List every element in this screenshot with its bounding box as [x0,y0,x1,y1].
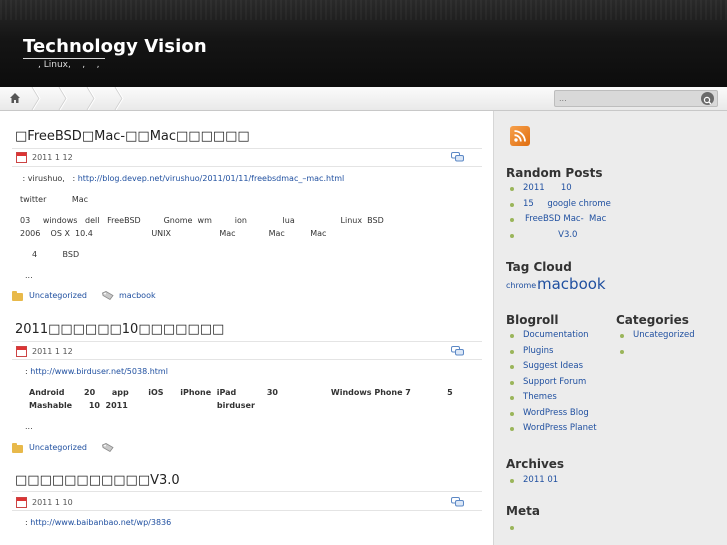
source-link[interactable]: http://blog.devep.net/virushuo/2011/01/1… [78,174,345,183]
random-post-link[interactable]: V3.0 [523,230,577,240]
post-source: : http://www.birduser.net/5038.html [25,367,168,376]
site-title[interactable]: Technology Vision [23,36,207,57]
list-bullet [510,396,514,400]
random-posts-heading: Random Posts [506,166,603,180]
list-bullet [510,526,514,530]
list-bullet [510,234,514,238]
post-date: 2011 1 12 [32,153,73,162]
tag-link[interactable]: macbook [119,291,156,300]
post-source: : virushuo, : http://blog.devep.net/viru… [20,174,345,183]
archive-link[interactable]: 2011 01 [523,475,558,485]
post-title[interactable]: 2011□□□□□□10□□□□□□□ [15,322,224,337]
main-content: □FreeBSD□Mac-□□Mac□□□□□□ 2011 1 12 : vir… [0,111,493,545]
post-divider [12,510,482,511]
categories-heading: Categories [616,313,689,327]
tag-cloud-link[interactable]: macbook [537,275,606,293]
comment-icon[interactable] [451,152,464,162]
post-source: : http://www.baibanbao.net/wp/3836 [25,518,171,527]
post-text: 4 BSD [32,250,80,259]
nav-home-button[interactable] [0,87,32,110]
list-bullet [510,350,514,354]
site-description: , Linux, , , [38,60,100,70]
home-icon [10,93,20,103]
post-divider [12,491,482,492]
post-divider [12,148,482,149]
list-bullet [510,427,514,431]
archives-heading: Archives [506,457,565,471]
post-divider [12,359,482,360]
rss-icon[interactable] [510,126,530,146]
post-title[interactable]: □□□□□□□□□□□V3.0 [15,473,180,488]
random-post-link[interactable]: 15 google chrome [523,199,611,209]
list-bullet [510,218,514,222]
nav-separator-icon [114,87,124,110]
blogroll-link[interactable]: Support Forum [523,377,586,387]
list-bullet [510,381,514,385]
read-more[interactable]: ... [25,271,33,280]
search-button[interactable] [701,92,714,105]
blogroll-link[interactable]: Themes [523,392,557,402]
search-input[interactable] [559,92,699,105]
category-link[interactable]: Uncategorized [633,330,695,340]
list-bullet [620,350,624,354]
post-text: twitter Mac [20,195,89,204]
post-text: 2006 OS X 10.4 UNIX Mac Mac Mac [20,229,327,238]
list-bullet [510,365,514,369]
rss-glyph-icon [514,130,526,142]
search-box [554,90,718,107]
list-bullet [510,479,514,483]
tag-icon [102,443,114,452]
post-text: Mashable 10 2011 birduser [29,401,255,410]
site-header: Technology Vision , Linux, , , [0,0,727,87]
folder-icon [12,443,23,453]
blogroll-link[interactable]: WordPress Planet [523,423,597,433]
list-bullet [510,412,514,416]
post-date: 2011 1 12 [32,347,73,356]
list-bullet [510,187,514,191]
blogroll-link[interactable]: Documentation [523,330,589,340]
category-link[interactable]: Uncategorized [29,443,87,452]
list-bullet [510,203,514,207]
search-icon [703,96,712,105]
blogroll-link[interactable]: Plugins [523,346,553,356]
random-post-link[interactable]: FreeBSD Mac- Mac [525,214,606,224]
calendar-icon [16,346,27,357]
blogroll-heading: Blogroll [506,313,559,327]
calendar-icon [16,152,27,163]
category-link[interactable]: Uncategorized [29,291,87,300]
sidebar: Random Posts 2011 10 15 google chrome Fr… [493,111,727,545]
source-link[interactable]: http://www.baibanbao.net/wp/3836 [30,518,171,527]
source-prefix: : virushuo, : [20,174,78,183]
source-link[interactable]: http://www.birduser.net/5038.html [30,367,168,376]
blogroll-link[interactable]: WordPress Blog [523,408,589,418]
meta-heading: Meta [506,504,540,518]
nav-bar [0,87,727,111]
list-bullet [510,334,514,338]
calendar-icon [16,497,27,508]
comment-icon[interactable] [451,497,464,507]
post-date: 2011 1 10 [32,498,73,507]
read-more[interactable]: ... [25,422,33,431]
blogroll-link[interactable]: Suggest Ideas [523,361,583,371]
tag-cloud-link[interactable]: chrome [506,281,536,290]
post-title[interactable]: □FreeBSD□Mac-□□Mac□□□□□□ [15,129,250,144]
title-underline [23,58,105,59]
folder-icon [12,291,23,301]
comment-icon[interactable] [451,346,464,356]
random-post-link[interactable]: 2011 10 [523,183,572,193]
list-bullet [620,334,624,338]
tag-icon [102,291,114,300]
tag-cloud-heading: Tag Cloud [506,260,572,274]
post-text: Android 20 app iOS iPhone iPad 30 Window… [29,388,453,397]
post-text: 03 windows dell FreeBSD Gnome wm ion lua… [20,216,384,225]
post-divider [12,341,482,342]
post-divider [12,166,482,167]
